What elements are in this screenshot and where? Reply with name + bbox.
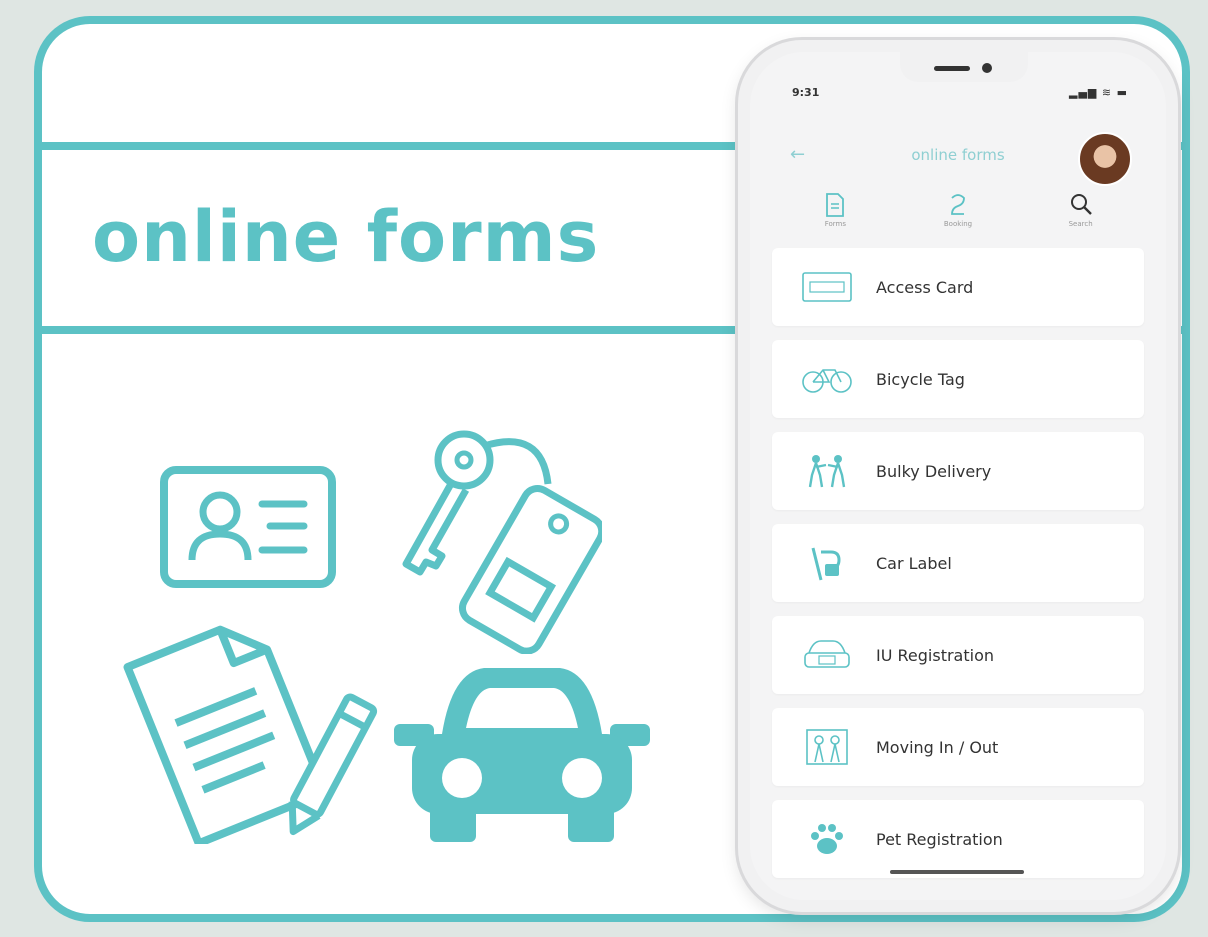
screen-toolbar: Forms Booking Search bbox=[774, 192, 1142, 246]
form-item-moving-in-out[interactable]: Moving In / Out bbox=[772, 708, 1144, 786]
form-item-label: Access Card bbox=[876, 277, 974, 297]
forms-icon bbox=[795, 192, 875, 220]
form-item-bulky-delivery[interactable]: Bulky Delivery bbox=[772, 432, 1144, 510]
form-item-pet-registration[interactable]: Pet Registration bbox=[772, 800, 1144, 878]
status-icons: ▂▄▆ ≋ ▬ bbox=[1069, 86, 1128, 99]
moving-icon bbox=[798, 728, 856, 766]
booking-icon bbox=[918, 192, 998, 220]
toolbar-forms-label: Forms bbox=[824, 220, 846, 228]
phone-mockup: 9:31 ▂▄▆ ≋ ▬ ← online forms Forms Bookin… bbox=[738, 40, 1178, 912]
search-icon bbox=[1041, 192, 1121, 220]
hero-title: online forms bbox=[92, 196, 600, 278]
form-item-label: Bicycle Tag bbox=[876, 369, 965, 389]
phone-screen: 9:31 ▂▄▆ ≋ ▬ ← online forms Forms Bookin… bbox=[750, 52, 1166, 900]
form-item-iu-registration[interactable]: IU Registration bbox=[772, 616, 1144, 694]
form-item-label: Bulky Delivery bbox=[876, 461, 992, 481]
screen-title: online forms bbox=[911, 146, 1005, 164]
back-arrow-icon[interactable]: ← bbox=[790, 144, 805, 165]
form-item-bicycle-tag[interactable]: Bicycle Tag bbox=[772, 340, 1144, 418]
form-list: Access Card Bicycle Tag Bulky Delivery C… bbox=[772, 248, 1144, 892]
form-item-car-label[interactable]: Car Label bbox=[772, 524, 1144, 602]
form-item-label: Pet Registration bbox=[876, 829, 1003, 849]
toolbar-booking[interactable]: Booking bbox=[918, 192, 998, 246]
id-card-icon bbox=[160, 466, 336, 588]
home-indicator[interactable] bbox=[890, 870, 1024, 874]
key-tag-icon bbox=[402, 430, 602, 654]
car-icon bbox=[394, 668, 650, 842]
toolbar-search-label: Search bbox=[1068, 220, 1093, 228]
status-time: 9:31 bbox=[792, 86, 820, 99]
document-pencil-icon bbox=[123, 625, 378, 844]
form-item-label: IU Registration bbox=[876, 645, 994, 665]
access-card-icon bbox=[798, 272, 856, 302]
car-label-icon bbox=[798, 544, 856, 582]
paw-icon bbox=[798, 822, 856, 856]
toolbar-booking-label: Booking bbox=[943, 220, 973, 228]
bicycle-icon bbox=[798, 364, 856, 394]
avatar[interactable] bbox=[1078, 132, 1132, 186]
phone-notch bbox=[900, 52, 1028, 82]
movers-icon bbox=[798, 453, 856, 489]
iu-device-icon bbox=[798, 639, 856, 671]
toolbar-forms[interactable]: Forms bbox=[795, 192, 875, 246]
toolbar-search[interactable]: Search bbox=[1041, 192, 1121, 246]
front-camera bbox=[982, 63, 992, 73]
form-item-access-card[interactable]: Access Card bbox=[772, 248, 1144, 326]
speaker-grille bbox=[934, 66, 970, 71]
form-item-label: Car Label bbox=[876, 553, 952, 573]
form-item-label: Moving In / Out bbox=[876, 737, 999, 757]
